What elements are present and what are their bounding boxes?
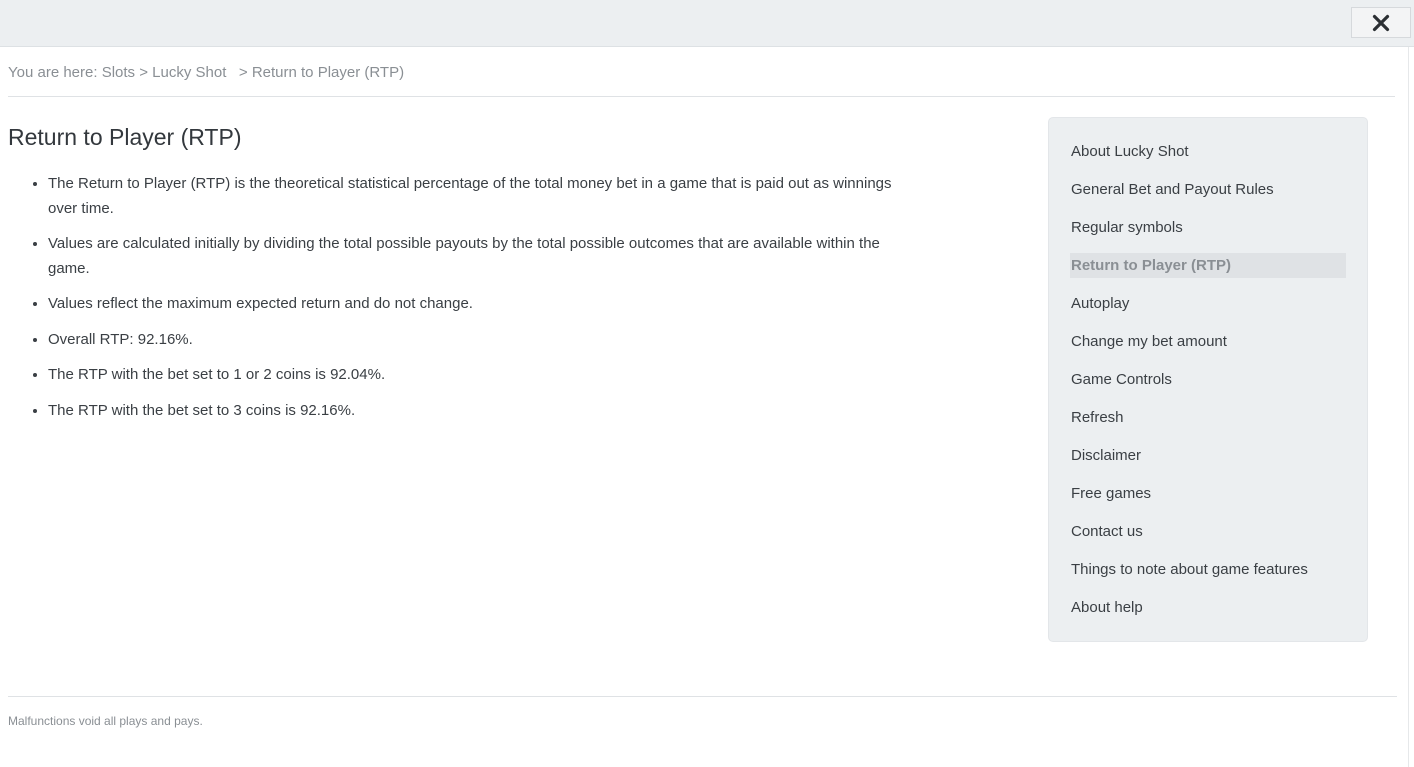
sidebar-item-autoplay[interactable]: Autoplay — [1070, 291, 1346, 316]
right-edge-rule — [1408, 47, 1409, 767]
breadcrumb: You are here: Slots > Lucky Shot > Retur… — [8, 64, 404, 81]
breadcrumb-item-current: Return to Player (RTP) — [251, 64, 405, 81]
sidebar-item-about-help[interactable]: About help — [1070, 595, 1346, 620]
list-item: Overall RTP: 92.16%. — [48, 328, 918, 353]
sidebar-item-about-lucky-shot[interactable]: About Lucky Shot — [1070, 139, 1346, 164]
breadcrumb-separator: > — [238, 64, 248, 81]
sidebar-item-disclaimer[interactable]: Disclaimer — [1070, 443, 1346, 468]
breadcrumb-item-slots[interactable]: Slots — [102, 64, 135, 81]
sidebar-item-free-games[interactable]: Free games — [1070, 481, 1346, 506]
help-topics-sidebar: About Lucky Shot General Bet and Payout … — [1048, 117, 1368, 642]
close-button[interactable] — [1351, 7, 1411, 38]
sidebar-item-regular-symbols[interactable]: Regular symbols — [1070, 215, 1346, 240]
rtp-bullet-list: The Return to Player (RTP) is the theore… — [8, 172, 918, 434]
sidebar-item-game-controls[interactable]: Game Controls — [1070, 367, 1346, 392]
list-item: Values are calculated initially by divid… — [48, 232, 918, 281]
breadcrumb-prefix: You are here: — [8, 64, 102, 81]
sidebar-item-contact-us[interactable]: Contact us — [1070, 519, 1346, 544]
list-item: The Return to Player (RTP) is the theore… — [48, 172, 918, 221]
breadcrumb-separator: > — [139, 64, 148, 81]
list-item: The RTP with the bet set to 1 or 2 coins… — [48, 363, 918, 388]
footer-divider — [8, 696, 1397, 697]
header-divider — [8, 96, 1395, 97]
sidebar-item-refresh[interactable]: Refresh — [1070, 405, 1346, 430]
sidebar-item-change-my-bet-amount[interactable]: Change my bet amount — [1070, 329, 1346, 354]
close-icon — [1372, 14, 1390, 31]
list-item: Values reflect the maximum expected retu… — [48, 292, 918, 317]
breadcrumb-item-lucky-shot[interactable]: Lucky Shot — [152, 64, 226, 81]
sidebar-item-things-to-note[interactable]: Things to note about game features — [1070, 557, 1346, 582]
footer-note: Malfunctions void all plays and pays. — [8, 714, 203, 728]
top-bar — [0, 0, 1414, 47]
list-item: The RTP with the bet set to 3 coins is 9… — [48, 399, 918, 424]
sidebar-item-return-to-player[interactable]: Return to Player (RTP) — [1070, 253, 1346, 278]
page-title: Return to Player (RTP) — [8, 124, 242, 150]
sidebar-item-general-bet-and-payout-rules[interactable]: General Bet and Payout Rules — [1070, 177, 1346, 202]
